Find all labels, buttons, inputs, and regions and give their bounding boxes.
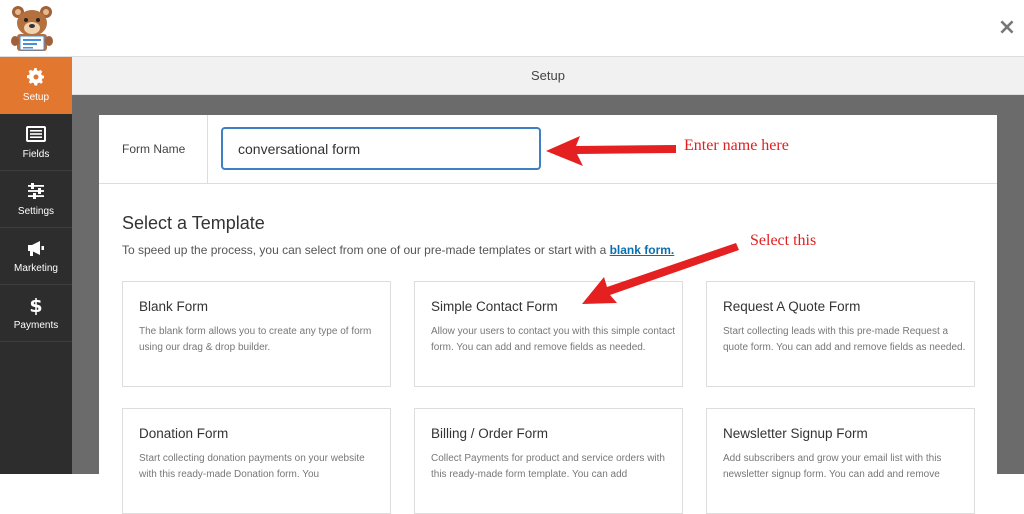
sidebar-item-settings[interactable]: Settings [0,171,72,228]
card-description: Allow your users to contact you with thi… [431,326,675,353]
form-name-label: Form Name [122,142,186,156]
sidebar-item-payments[interactable]: $ Payments [0,285,72,342]
sidebar-item-label: Setup [22,92,50,103]
list-icon [26,126,46,142]
form-name-row: Form Name [99,115,997,184]
divider [207,115,208,184]
svg-text:$: $ [29,295,42,315]
bear-logo-icon [11,6,53,51]
description-text: To speed up the process, you can select … [122,243,610,257]
template-section-title: Select a Template [122,213,265,233]
sidebar-item-fields[interactable]: Fields [0,114,72,171]
gear-icon [27,68,44,86]
template-card-simple-contact[interactable]: Simple Contact Form Allow your users to … [414,281,683,387]
megaphone-icon [28,241,44,256]
page-title: Setup [72,57,1024,95]
annotation-enter-name: Enter name here [684,137,789,154]
card-description: Add subscribers and grow your email list… [723,453,942,480]
top-bar: × [0,0,1024,57]
card-title: Simple Contact Form [431,299,558,314]
sidebar-item-setup[interactable]: Setup [0,57,72,114]
annotation-select-this: Select this [750,232,817,249]
dollar-icon: $ [29,295,42,315]
sidebar-item-label: Marketing [14,263,58,274]
sidebar-item-marketing[interactable]: Marketing [0,228,72,285]
card-title: Donation Form [139,426,229,441]
card-title: Request A Quote Form [723,299,861,314]
card-title: Billing / Order Form [431,426,549,441]
close-icon[interactable]: × [996,16,1018,40]
card-description: Collect Payments for product and service… [431,453,665,480]
template-card-donation[interactable]: Donation Form Start collecting donation … [122,408,391,514]
form-name-input[interactable] [221,127,541,170]
template-card-billing-order[interactable]: Billing / Order Form Collect Payments fo… [414,408,683,514]
sidebar-item-label: Payments [13,320,59,331]
sidebar-item-label: Fields [22,149,50,160]
card-description: The blank form allows you to create any … [139,326,372,353]
card-title: Blank Form [139,299,209,314]
template-card-blank[interactable]: Blank Form The blank form allows you to … [122,281,391,387]
sidebar: Setup Fields Settings Marketing $ Paymen… [0,57,72,474]
sliders-icon [28,183,44,199]
blank-form-link[interactable]: blank form. [610,243,675,257]
template-section-description: To speed up the process, you can select … [122,243,674,257]
card-description: Start collecting leads with this pre-mad… [723,326,966,353]
template-card-request-quote[interactable]: Request A Quote Form Start collecting le… [706,281,975,387]
card-title: Newsletter Signup Form [723,426,868,441]
card-description: Start collecting donation payments on yo… [139,453,365,480]
sidebar-item-label: Settings [17,206,55,217]
template-card-newsletter-signup[interactable]: Newsletter Signup Form Add subscribers a… [706,408,975,514]
setup-panel: Form Name Select a Template To speed up … [99,115,997,514]
